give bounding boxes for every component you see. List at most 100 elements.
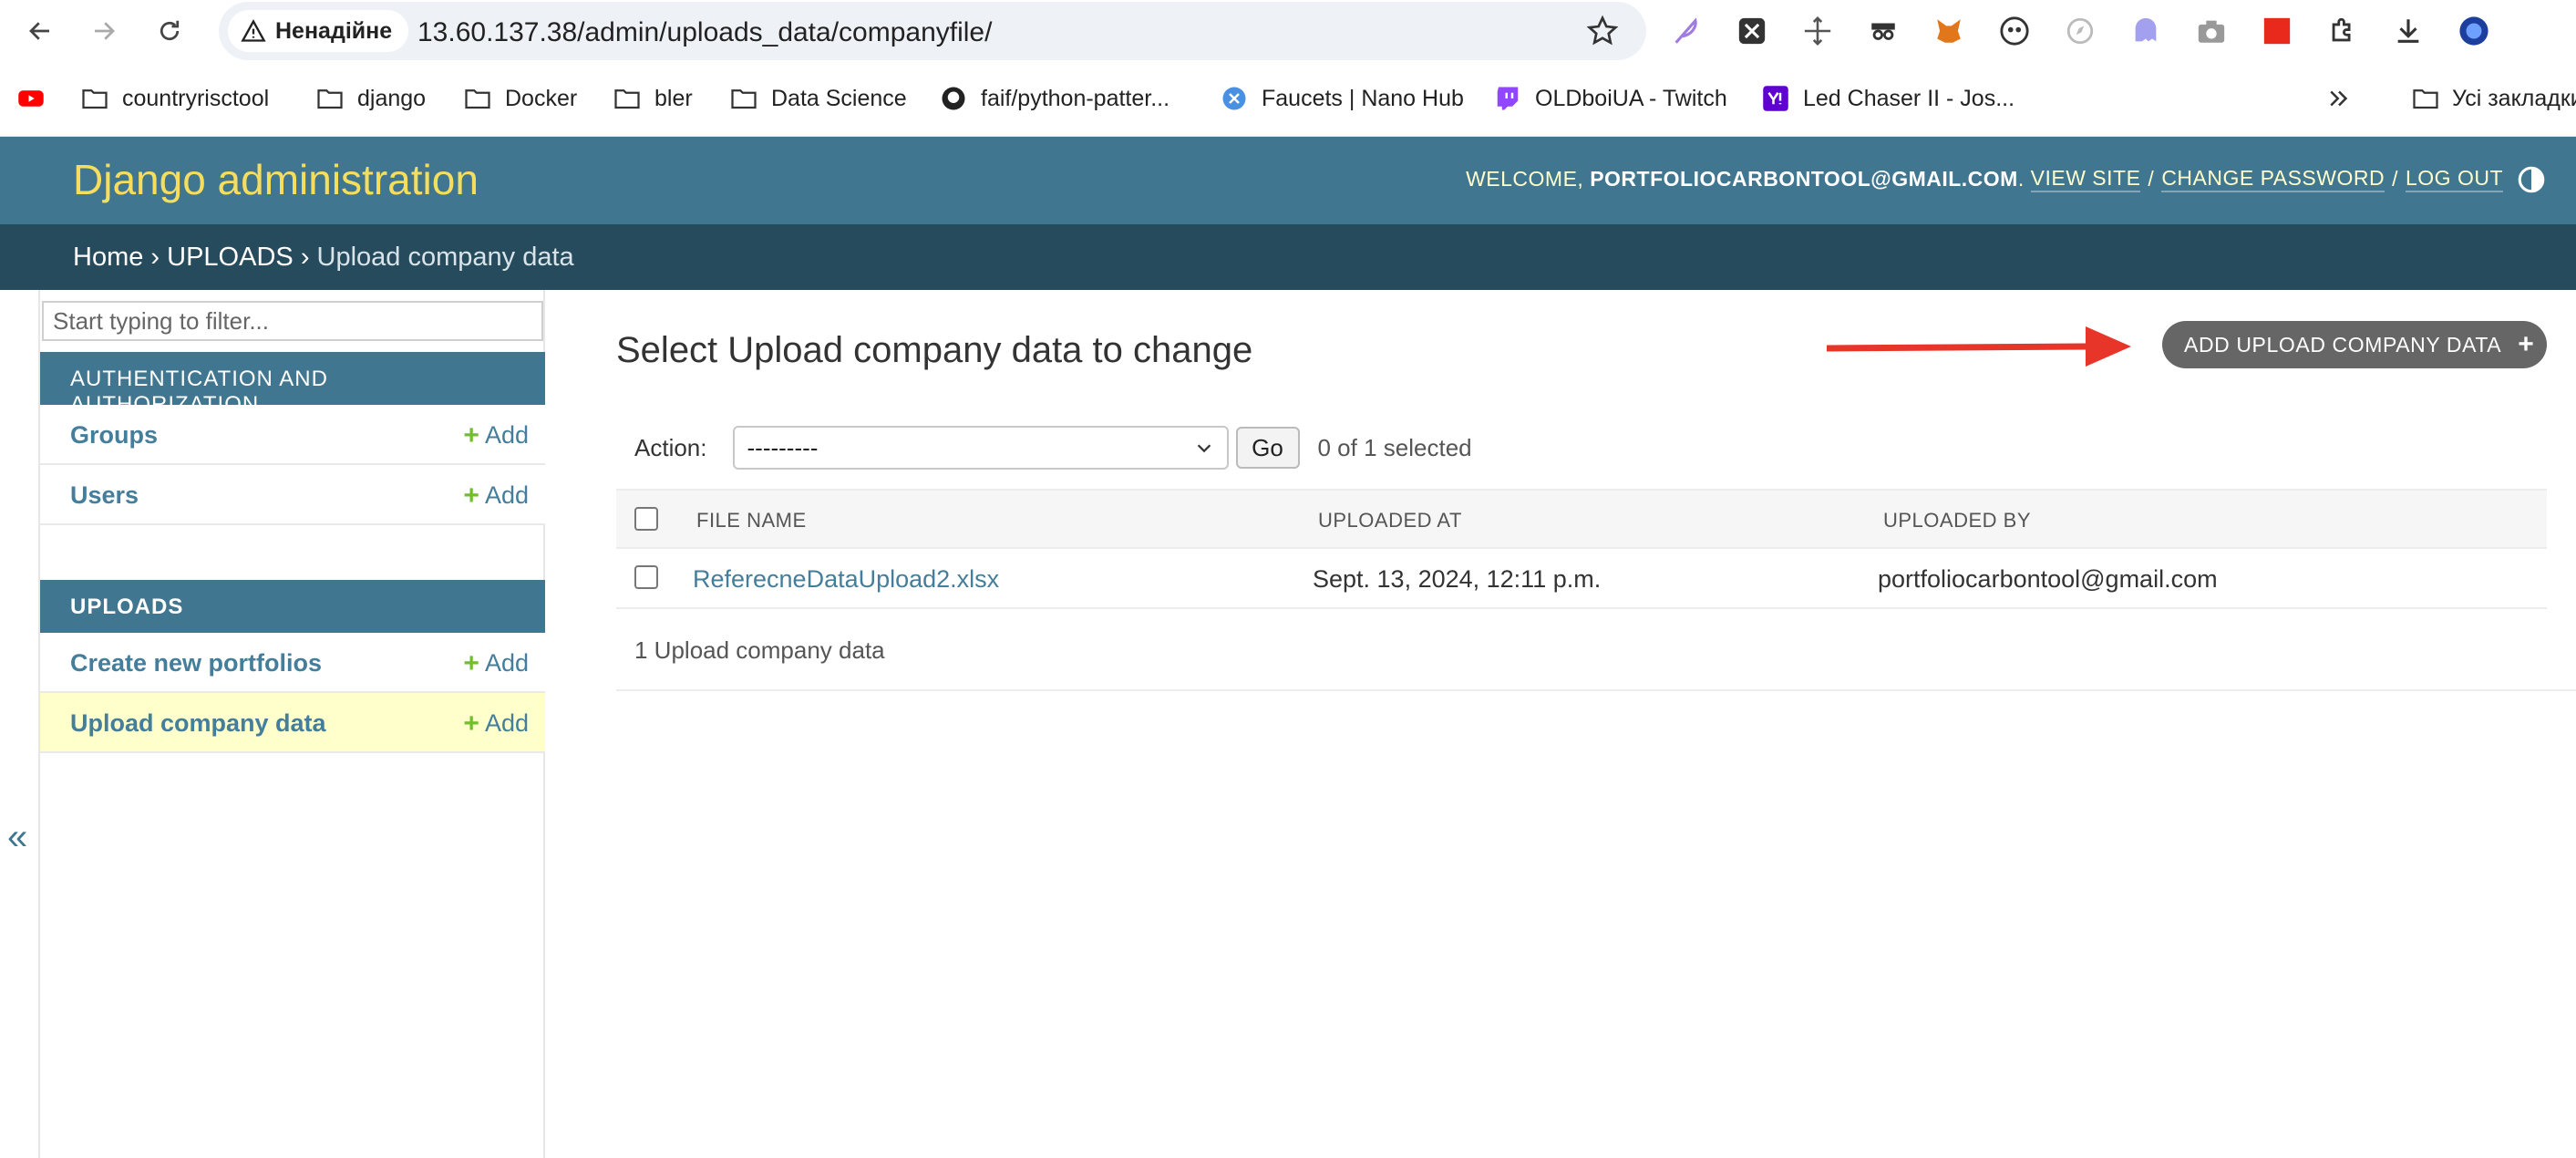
red-square-icon	[2263, 17, 2291, 45]
twitch-icon	[1493, 84, 1522, 113]
column-header-file-name[interactable]: FILE NAME	[696, 509, 807, 532]
uploaded-at-cell: Sept. 13, 2024, 12:11 p.m.	[1313, 565, 1602, 593]
sidebar-item-upload-company-data[interactable]: Upload company data + Add	[40, 693, 545, 753]
sidebar-item-groups[interactable]: Groups + Add	[40, 405, 545, 465]
metamask-extension[interactable]	[1931, 13, 1967, 49]
bookmark-item[interactable]: Faucets | Nano Hub	[1220, 80, 1464, 117]
collapse-sidebar-button[interactable]: «	[7, 817, 27, 858]
view-site-link[interactable]: VIEW SITE	[2030, 166, 2141, 192]
file-name-link[interactable]: ReferecneDataUpload2.xlsx	[693, 565, 999, 593]
plus-icon: +	[2518, 329, 2535, 359]
bookmark-item[interactable]: Data Science	[729, 80, 907, 117]
add-groups-link[interactable]: + Add	[463, 421, 529, 450]
column-header-uploaded-at[interactable]: UPLOADED AT	[1318, 509, 1462, 532]
bookmark-star-icon[interactable]	[1586, 15, 1619, 47]
reload-button[interactable]	[151, 13, 188, 49]
bookmark-label: OLDboiUA - Twitch	[1535, 85, 1727, 111]
arrow-left-icon	[29, 22, 49, 40]
downloads-button[interactable]	[2390, 13, 2427, 49]
youtube-bookmark[interactable]	[16, 80, 46, 117]
module-caption-uploads[interactable]: UPLOADS	[40, 580, 545, 633]
add-label: Add	[484, 481, 529, 509]
camera-extension[interactable]	[2193, 13, 2230, 49]
bookmark-label: Faucets | Nano Hub	[1262, 85, 1464, 111]
folder-icon	[315, 84, 345, 113]
add-upload-company-data-button[interactable]: ADD UPLOAD COMPANY DATA +	[2162, 321, 2547, 368]
all-bookmarks[interactable]: Усі закладки	[2412, 80, 2576, 117]
admin-header: Django administration WELCOME, PORTFOLIO…	[0, 137, 2576, 224]
site-branding[interactable]: Django administration	[73, 155, 479, 204]
module-caption-auth[interactable]: AUTHENTICATION AND AUTHORIZATION	[40, 352, 545, 417]
bookmark-label: Docker	[505, 85, 578, 111]
ghost-extension[interactable]	[2128, 13, 2164, 49]
go-button[interactable]: Go	[1235, 427, 1300, 469]
folder-icon	[2412, 84, 2439, 113]
forward-button[interactable]	[86, 13, 122, 49]
select-all-checkbox[interactable]	[634, 507, 658, 531]
sidebar-item-create-portfolios[interactable]: Create new portfolios + Add	[40, 633, 545, 693]
address-bar[interactable]: Ненадійне 13.60.137.38/admin/uploads_dat…	[219, 2, 1646, 60]
folder-icon	[463, 84, 492, 113]
uploaded-by-cell: portfoliocarbontool@gmail.com	[1878, 565, 2218, 593]
sidebar-item-users[interactable]: Users + Add	[40, 465, 545, 525]
log-out-link[interactable]: LOG OUT	[2405, 166, 2503, 192]
breadcrumb-separator: ›	[150, 243, 168, 272]
compass-extension[interactable]	[2062, 13, 2098, 49]
bookmark-item[interactable]: Led Chaser II - Jos...	[1761, 80, 2014, 117]
feather-icon	[1674, 17, 1697, 44]
bookmark-item[interactable]: bler	[613, 80, 693, 117]
add-users-link[interactable]: + Add	[463, 481, 529, 510]
sidebar-item-label[interactable]: Groups	[70, 421, 158, 450]
bookmark-item[interactable]: countryrisctool	[80, 80, 269, 117]
sidebar-item-label[interactable]: Users	[70, 481, 139, 510]
url-text[interactable]: 13.60.137.38/admin/uploads_data/companyf…	[417, 17, 992, 48]
browser-toolbar: Ненадійне 13.60.137.38/admin/uploads_dat…	[0, 0, 2576, 137]
quill-extension[interactable]	[1668, 13, 1705, 49]
crosshair-icon	[1804, 16, 1831, 46]
table-row: ReferecneDataUpload2.xlsx Sept. 13, 2024…	[616, 549, 2547, 609]
add-label: Add	[484, 649, 529, 677]
sidebar-item-label[interactable]: Create new portfolios	[70, 649, 322, 677]
breadcrumb-home[interactable]: Home	[73, 243, 143, 272]
move-extension[interactable]	[1799, 13, 1836, 49]
plus-icon: +	[463, 647, 479, 678]
more-bookmarks-button[interactable]	[2324, 80, 2354, 117]
bookmark-item[interactable]: Docker	[463, 80, 577, 117]
separator: /	[2392, 167, 2398, 191]
record-extension[interactable]	[2259, 13, 2295, 49]
bookmark-item[interactable]: OLDboiUA - Twitch	[1493, 80, 1727, 117]
theme-toggle-icon[interactable]	[2516, 164, 2547, 195]
x-extension[interactable]	[1734, 13, 1770, 49]
add-label: Add	[484, 421, 529, 449]
extensions-menu[interactable]	[2324, 13, 2361, 49]
action-select-value: ---------	[747, 433, 819, 461]
nano-icon	[1220, 84, 1249, 113]
breadcrumb-current: Upload company data	[316, 243, 574, 272]
avatar-extension[interactable]	[1996, 13, 2033, 49]
bookmark-item[interactable]: faif/python-patter...	[939, 80, 1170, 117]
welcome-text: WELCOME,	[1466, 167, 1584, 191]
breadcrumb-app[interactable]: UPLOADS	[167, 243, 294, 272]
profile-button[interactable]	[2456, 13, 2492, 49]
uploads-module: UPLOADS Create new portfolios + Add Uploa…	[40, 580, 545, 753]
security-chip[interactable]: Ненадійне	[228, 10, 409, 52]
add-portfolios-link[interactable]: + Add	[463, 649, 529, 677]
change-password-link[interactable]: CHANGE PASSWORD	[2161, 166, 2385, 192]
column-header-uploaded-by[interactable]: UPLOADED BY	[1883, 509, 2031, 532]
bookmark-item[interactable]: django	[315, 80, 426, 117]
bookmark-label: django	[357, 85, 427, 111]
row-checkbox[interactable]	[634, 565, 658, 589]
sidebar-toggle-strip[interactable]: «	[0, 290, 40, 1158]
back-button[interactable]	[22, 13, 58, 49]
github-icon	[939, 84, 968, 113]
profile-avatar-icon	[2459, 16, 2488, 46]
nav-filter-input[interactable]	[42, 301, 543, 341]
selection-counter: 0 of 1 selected	[1317, 433, 1472, 461]
yahoo-icon	[1761, 84, 1790, 113]
sidebar-item-label[interactable]: Upload company data	[70, 709, 326, 738]
add-company-data-link[interactable]: + Add	[463, 709, 529, 738]
plus-icon: +	[463, 419, 479, 450]
user-tools: WELCOME, PORTFOLIOCARBONTOOL@GMAIL.COM. …	[1466, 166, 2503, 192]
action-select[interactable]: ---------	[732, 426, 1229, 470]
incognito-extension[interactable]	[1865, 13, 1901, 49]
